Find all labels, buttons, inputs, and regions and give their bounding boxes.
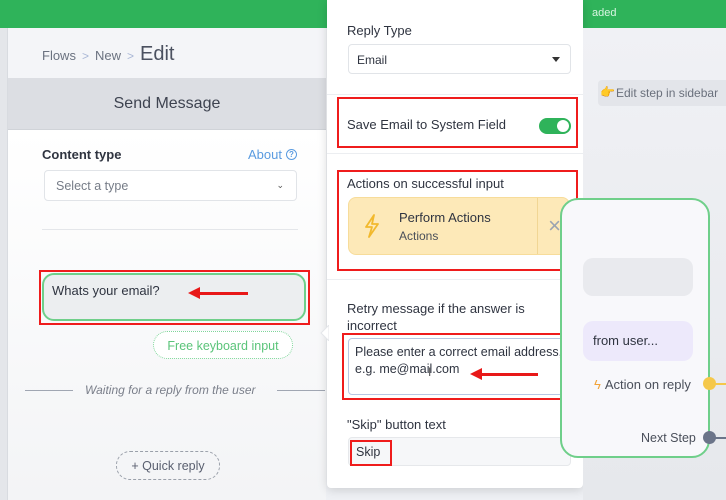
panel-title: Send Message (113, 95, 221, 112)
reply-type-select[interactable]: Email (348, 44, 571, 74)
next-step-label: Next Step (641, 431, 696, 445)
annotation-highlight-box (350, 440, 392, 466)
help-circle-icon: ? (285, 149, 297, 160)
action-title: Perform Actions (399, 210, 491, 225)
caret-down-icon (552, 57, 560, 62)
close-icon: × (548, 213, 561, 238)
toggle-knob (557, 120, 569, 132)
save-email-toggle[interactable] (539, 118, 571, 134)
panel-title-bar: Send Message (8, 78, 326, 130)
annotation-arrow-icon (470, 368, 538, 380)
retry-message-label: Retry message if the answer is incorrect (347, 301, 525, 333)
content-type-placeholder: Select a type (56, 179, 129, 193)
text-cursor-icon: I (428, 365, 432, 379)
actions-label: Actions on successful input (347, 176, 504, 191)
divider-line-right (277, 390, 325, 391)
free-keyboard-input-chip[interactable]: Free keyboard input (153, 331, 293, 359)
divider (42, 229, 298, 230)
node-message-block (583, 258, 693, 296)
breadcrumb: Flows > New > Edit (42, 43, 174, 66)
node-reply-block: from user... (583, 321, 693, 361)
chevron-down-icon: ⌄ (276, 180, 284, 190)
divider (327, 279, 583, 280)
waiting-text: Waiting for a reply from the user (85, 383, 256, 397)
status-text: aded (592, 7, 617, 19)
message-text: Whats your email? (52, 283, 160, 298)
about-label: About (248, 147, 282, 162)
breadcrumb-current: Edit (140, 43, 175, 65)
content-type-label: Content type (42, 147, 122, 162)
send-message-panel: Content type About ? Select a type ⌄ Wha… (8, 130, 326, 500)
perform-actions-card[interactable]: Perform Actions Actions × (348, 197, 570, 255)
annotation-arrow-icon (188, 287, 248, 299)
action-on-reply-label: Action on reply (604, 377, 691, 392)
action-port-dot[interactable] (703, 377, 716, 390)
message-bubble[interactable]: Whats your email? (42, 273, 306, 321)
popup-pointer-icon (320, 325, 329, 341)
reply-type-label: Reply Type (347, 23, 412, 38)
lightning-bolt-icon: ϟ (594, 377, 601, 392)
reply-settings-popup: Reply Type Email Save Email to System Fi… (327, 0, 583, 488)
left-rail (0, 28, 8, 500)
pointing-hand-icon: 👉 (600, 85, 615, 99)
divider (327, 153, 583, 154)
retry-message-input[interactable]: Please enter a correct email address, e.… (348, 338, 571, 395)
reply-type-value: Email (357, 53, 388, 67)
save-email-label: Save Email to System Field (347, 117, 506, 132)
breadcrumb-flows[interactable]: Flows (42, 48, 76, 63)
next-step-port-dot[interactable] (703, 431, 716, 444)
node-reply-text: from user... (593, 333, 659, 348)
breadcrumb-separator-icon: > (81, 49, 89, 63)
breadcrumb-new[interactable]: New (95, 48, 121, 63)
breadcrumb-separator-icon: > (126, 49, 134, 63)
skip-button-text-label: "Skip" button text (347, 417, 446, 432)
waiting-divider: Waiting for a reply from the user (25, 382, 325, 398)
action-subtitle: Actions (399, 229, 439, 243)
action-on-reply-row: ϟ Action on reply (594, 377, 691, 392)
lightning-bolt-icon (365, 214, 379, 238)
divider-line-left (25, 390, 73, 391)
edit-hint-text: Edit step in sidebar (616, 86, 719, 100)
quick-reply-button[interactable]: + Quick reply (116, 451, 220, 480)
divider (327, 94, 583, 95)
keyboard-chip-label: Free keyboard input (167, 339, 279, 353)
quick-reply-label: + Quick reply (131, 459, 205, 473)
about-link[interactable]: About ? (248, 147, 297, 162)
edit-step-hint: 👉 Edit step in sidebar (598, 80, 726, 106)
content-type-select[interactable]: Select a type ⌄ (44, 170, 297, 201)
page-header: Flows > New > Edit (8, 28, 326, 78)
